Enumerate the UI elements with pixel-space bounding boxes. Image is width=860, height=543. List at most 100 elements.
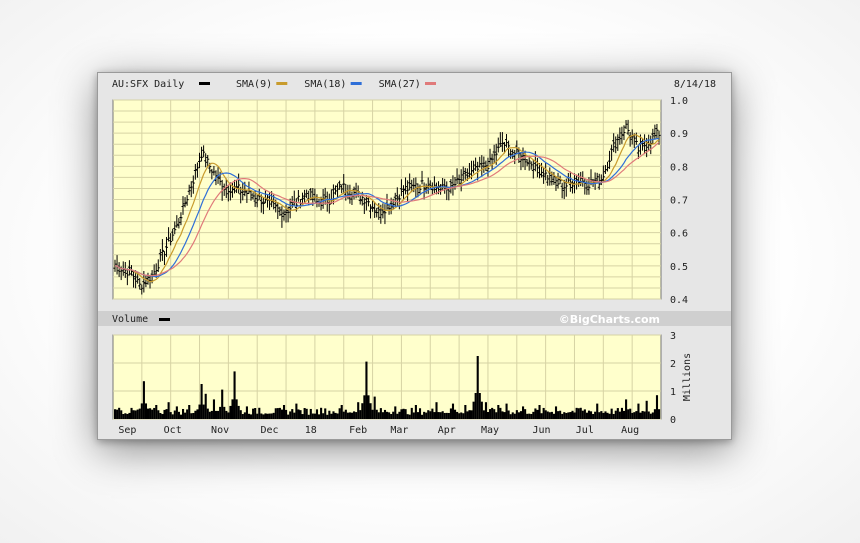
volume-bar (270, 413, 273, 419)
bigcharts-watermark: ©BigCharts.com (559, 313, 660, 326)
volume-bar (565, 413, 568, 419)
volume-bar (515, 410, 518, 419)
volume-bar (291, 409, 294, 419)
volume-bar (437, 412, 440, 419)
volume-bar (179, 414, 183, 419)
volume-bar (507, 410, 510, 419)
volume-bar (268, 413, 271, 419)
volume-bar (552, 413, 556, 419)
volume-bar (540, 413, 543, 419)
price-legend-swatch (199, 82, 210, 85)
volume-bar (173, 410, 176, 419)
volume-bar (303, 408, 306, 419)
x-month-label: Feb (349, 425, 367, 436)
volume-bar (423, 411, 426, 419)
volume-bar (118, 407, 121, 419)
volume-bar (313, 413, 316, 419)
volume-bar (598, 412, 601, 419)
volume-bar (410, 407, 413, 419)
volume-bar (320, 407, 323, 419)
volume-bar (223, 406, 226, 419)
volume-bar (297, 409, 300, 419)
volume-bar (208, 411, 211, 419)
volume-bar (441, 411, 444, 419)
volume-bar (132, 410, 135, 419)
sma-legend: SMA(9) SMA(18) SMA(27) (236, 79, 436, 90)
volume-bar (241, 414, 244, 419)
volume-bar (594, 411, 597, 419)
volume-bar (169, 412, 172, 419)
volume-bar (326, 414, 329, 419)
volume-bar (505, 403, 508, 419)
volume-bar (482, 410, 485, 419)
volume-bar (202, 404, 205, 419)
volume-bar (373, 396, 376, 419)
volume-bar (559, 410, 562, 419)
volume-bar (282, 405, 286, 419)
volume-bar (390, 414, 393, 419)
volume-bar (653, 409, 656, 419)
volume-bar (511, 412, 514, 419)
volume-bar (647, 411, 650, 419)
volume-bar (497, 405, 500, 419)
volume-bar (287, 414, 290, 419)
x-month-label: Aug (621, 425, 639, 436)
volume-bar (400, 409, 403, 419)
volume-bar (517, 412, 520, 419)
price-y-tick-label: 0.4 (670, 295, 688, 306)
volume-bar (484, 402, 488, 419)
volume-label: Volume (112, 314, 148, 325)
volume-bar (649, 413, 652, 419)
volume-bar (460, 412, 463, 419)
volume-bar (610, 408, 613, 419)
volume-bar (322, 413, 325, 419)
volume-bar (182, 408, 185, 419)
volume-bar (404, 409, 407, 419)
volume-bar (324, 408, 327, 419)
volume-bar (557, 411, 560, 419)
volume-bar (336, 413, 339, 419)
volume-bar (142, 381, 145, 419)
volume-bar (581, 410, 584, 419)
volume-bar (231, 399, 234, 419)
volume-bar (575, 407, 578, 419)
chart-symbol-label: AU:SFX Daily (112, 79, 184, 90)
volume-bar (618, 411, 621, 419)
volume-bar (155, 405, 158, 419)
volume-bar (338, 408, 341, 419)
volume-y-tick-label: 0 (670, 415, 676, 426)
volume-y-tick-label: 1 (670, 387, 676, 398)
volume-bar (569, 412, 572, 419)
legend-label-1: SMA(9) (236, 79, 272, 90)
volume-bar (433, 412, 436, 419)
volume-bar (655, 395, 659, 419)
chart-canvas: AU:SFX Daily SMA(9) SMA(18) SMA(27) 8/14/1… (98, 75, 731, 436)
volume-bar (651, 412, 654, 419)
volume-bar (639, 412, 642, 419)
volume-bar (386, 411, 389, 419)
volume-bar (289, 411, 292, 419)
volume-bar (198, 404, 201, 419)
x-month-label: Sep (118, 425, 136, 436)
volume-bar (375, 409, 378, 419)
x-month-label: Jun (533, 425, 551, 436)
volume-bar (274, 408, 277, 419)
chart-date-label: 8/14/18 (674, 79, 716, 90)
volume-bar (144, 403, 148, 419)
x-month-label: Oct (164, 425, 182, 436)
volume-bar (579, 407, 582, 419)
volume-bar (449, 408, 452, 419)
volume-bar (200, 384, 203, 419)
volume-bar (280, 409, 284, 419)
volume-bar (235, 399, 238, 419)
volume-bar (225, 410, 228, 419)
volume-bar (369, 403, 372, 419)
legend-swatch-3 (425, 82, 436, 85)
volume-bar (635, 411, 638, 419)
volume-bar (563, 412, 566, 419)
volume-bar (585, 412, 588, 419)
volume-bar (344, 409, 347, 419)
volume-bar (278, 407, 281, 419)
volume-bar (371, 409, 374, 419)
volume-bar (530, 413, 533, 419)
